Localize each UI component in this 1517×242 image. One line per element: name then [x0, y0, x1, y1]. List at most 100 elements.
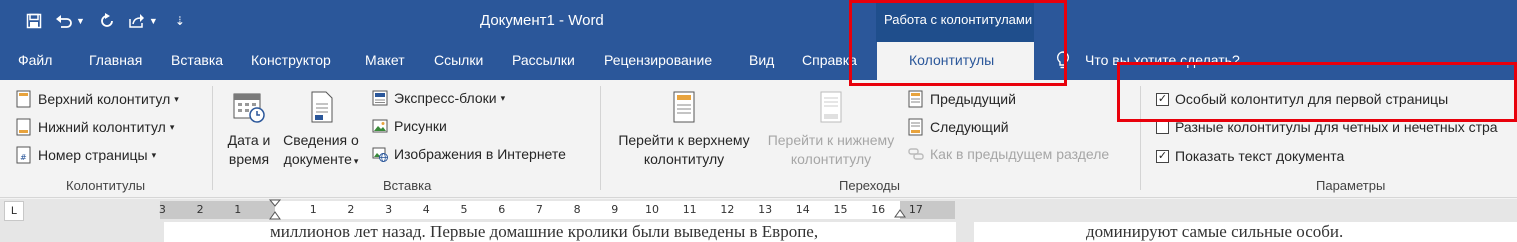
ruler-margin-left	[160, 201, 275, 219]
goto-footer-icon	[820, 91, 842, 123]
tab-review[interactable]: Рецензирование	[604, 52, 712, 68]
footer-icon	[16, 118, 31, 136]
group-label-headers: Колонтитулы	[66, 178, 146, 193]
previous-button[interactable]: Предыдущий	[908, 90, 1016, 108]
ruler-number: 4	[422, 203, 430, 216]
tab-design[interactable]: Конструктор	[251, 52, 331, 68]
goto-footer-label-2: колонтитулу	[790, 151, 872, 167]
goto-footer-button: Перейти к нижнему колонтитулу	[758, 90, 904, 170]
undo-icon[interactable]	[50, 8, 78, 34]
redo-icon[interactable]	[93, 8, 121, 34]
window-title: Документ1 - Word	[480, 12, 604, 29]
quick-parts-icon	[372, 90, 388, 106]
page-number-label: Номер страницы	[38, 147, 148, 163]
tab-insert[interactable]: Вставка	[171, 52, 223, 68]
ruler-number: 3	[385, 203, 393, 216]
tab-selector[interactable]: L	[4, 201, 24, 221]
checkbox-checked[interactable]: ✓	[1156, 149, 1169, 163]
group-label-options: Параметры	[1316, 178, 1386, 193]
show-document-text-label: Показать текст документа	[1175, 148, 1345, 164]
next-button[interactable]: Следующий	[908, 118, 1009, 136]
date-time-label-1: Дата и	[227, 132, 271, 148]
ruler-number: 3	[158, 203, 166, 216]
title-bar: ▼ ▼ ⇣ Документ1 - Word Работа с колонтит…	[0, 0, 1517, 42]
body-text: миллионов лет назад. Первые домашние кро…	[270, 222, 819, 241]
quick-parts-button[interactable]: Экспресс-блоки ▾	[372, 90, 505, 106]
calendar-clock-icon	[233, 93, 265, 123]
document-page[interactable]: доминируют самые сильные особи.	[974, 222, 1517, 242]
footer-label: Нижний колонтитул	[38, 119, 166, 135]
tab-view[interactable]: Вид	[749, 52, 774, 68]
ruler-number: 2	[347, 203, 355, 216]
tab-mailings[interactable]: Рассылки	[512, 52, 575, 68]
header-button[interactable]: Верхний колонтитул ▾	[16, 90, 179, 108]
document-page[interactable]: миллионов лет назад. Первые домашние кро…	[164, 222, 956, 242]
ruler-number: 11	[682, 203, 697, 216]
page-number-button[interactable]: # Номер страницы ▾	[16, 146, 156, 164]
save-icon[interactable]	[20, 8, 48, 34]
previous-label: Предыдущий	[930, 91, 1016, 107]
share-icon[interactable]	[123, 8, 151, 34]
tab-references[interactable]: Ссылки	[434, 52, 483, 68]
date-time-label-2: время	[228, 151, 270, 167]
ruler-number: 9	[611, 203, 619, 216]
show-document-text-checkbox[interactable]: ✓ Показать текст документа	[1156, 148, 1344, 164]
goto-header-button[interactable]: Перейти к верхнему колонтитулу	[610, 90, 758, 170]
online-pictures-label: Изображения в Интернете	[394, 146, 566, 162]
ruler-number: 1	[234, 203, 242, 216]
online-picture-icon	[372, 147, 388, 162]
ruler-number: 7	[535, 203, 543, 216]
group-separator	[212, 86, 213, 190]
ruler-number: 1	[309, 203, 317, 216]
right-indent-marker-icon[interactable]	[893, 203, 907, 219]
online-pictures-button[interactable]: Изображения в Интернете	[372, 146, 566, 162]
ruler-number: 10	[645, 203, 659, 216]
picture-icon	[372, 119, 388, 133]
date-time-button[interactable]: Дата и время	[222, 90, 276, 170]
ruler-number: 15	[833, 203, 848, 216]
header-icon	[16, 90, 31, 108]
ruler-number: 12	[720, 203, 735, 216]
page-number-icon: #	[16, 146, 31, 164]
quick-access-toolbar: ▼ ▼ ⇣	[20, 8, 194, 34]
indent-marker-icon[interactable]	[268, 199, 282, 221]
chevron-down-icon: ▾	[151, 149, 157, 160]
goto-footer-label-1: Перейти к нижнему	[767, 132, 895, 148]
group-label-navigation: Переходы	[839, 178, 900, 193]
svg-text:#: #	[20, 153, 27, 162]
tab-home[interactable]: Главная	[89, 52, 142, 68]
link-to-previous-button: Как в предыдущем разделе	[908, 146, 1109, 162]
chevron-down-icon: ▾	[500, 92, 506, 103]
ruler-number: 2	[196, 203, 204, 216]
goto-header-label-2: колонтитулу	[643, 151, 725, 167]
ruler-number: 6	[498, 203, 506, 216]
ruler-number: 14	[795, 203, 810, 216]
document-info-label-2: документе ▾	[283, 151, 359, 167]
ruler-number: 17	[908, 203, 923, 216]
ruler-number: 13	[758, 203, 773, 216]
link-to-previous-label: Как в предыдущем разделе	[930, 146, 1110, 162]
ruler-number: 5	[460, 203, 468, 216]
ruler-number: 16	[871, 203, 886, 216]
quick-parts-label: Экспресс-блоки	[394, 90, 497, 106]
document-info-icon	[311, 91, 333, 123]
group-separator	[600, 86, 601, 190]
tab-layout[interactable]: Макет	[365, 52, 405, 68]
pictures-label: Рисунки	[394, 118, 447, 134]
highlight-box-tab	[849, 0, 1067, 86]
footer-button[interactable]: Нижний колонтитул ▾	[16, 118, 174, 136]
body-text: доминируют самые сильные особи.	[1086, 222, 1344, 241]
tab-file[interactable]: Файл	[18, 52, 52, 68]
group-label-insert: Вставка	[383, 178, 432, 193]
share-dropdown-icon[interactable]: ▼	[149, 16, 158, 26]
goto-header-icon	[673, 91, 695, 123]
next-label: Следующий	[930, 119, 1009, 135]
goto-header-label-1: Перейти к верхнему	[618, 132, 750, 148]
document-info-button[interactable]: Сведения о документе ▾	[278, 90, 364, 172]
document-info-label-1: Сведения о	[283, 132, 359, 148]
link-icon	[908, 148, 924, 160]
pictures-button[interactable]: Рисунки	[372, 118, 447, 134]
undo-dropdown-icon[interactable]: ▼	[76, 16, 85, 26]
checkbox-unchecked[interactable]	[1156, 120, 1169, 134]
customize-qat-icon[interactable]: ⇣	[166, 8, 194, 34]
